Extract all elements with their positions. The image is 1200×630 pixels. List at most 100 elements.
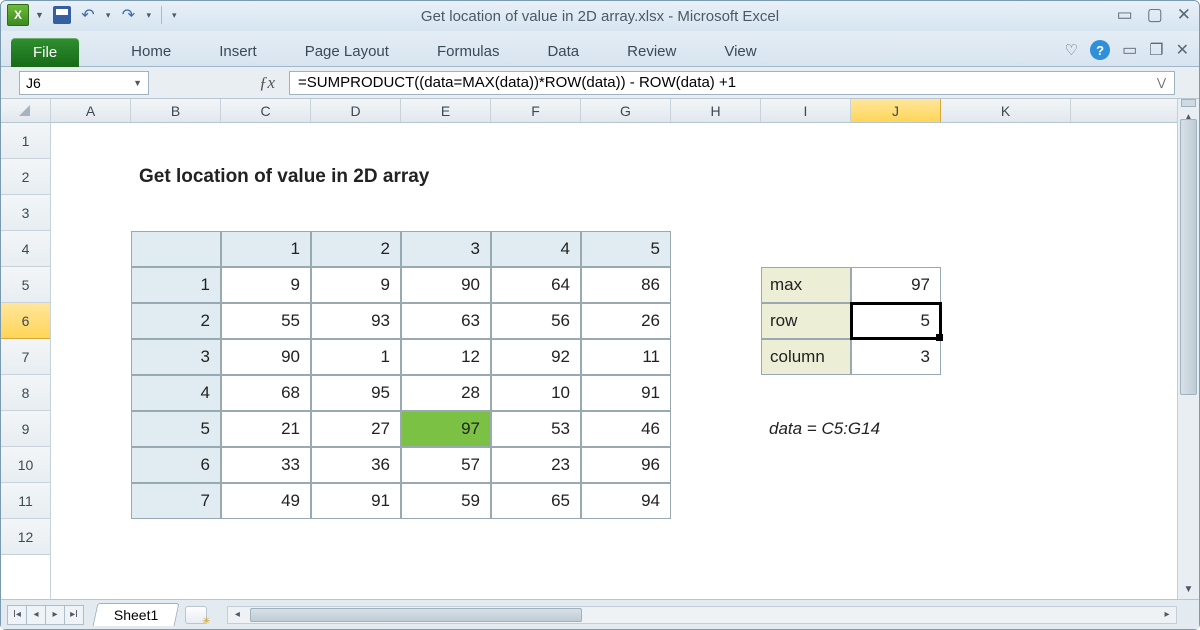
- table-row-header-6[interactable]: 6: [131, 447, 221, 483]
- name-box[interactable]: J6 ▼: [19, 71, 149, 95]
- summary-label-row[interactable]: row: [761, 303, 851, 339]
- column-header-F[interactable]: F: [491, 99, 581, 122]
- column-header-A[interactable]: A: [51, 99, 131, 122]
- excel-app-icon[interactable]: X: [7, 4, 29, 26]
- table-row-header-5[interactable]: 5: [131, 411, 221, 447]
- column-header-J[interactable]: J: [851, 99, 941, 122]
- new-sheet-button[interactable]: [185, 606, 207, 624]
- data-cell-r3-c1[interactable]: 90: [221, 339, 311, 375]
- summary-value-max[interactable]: 97: [851, 267, 941, 303]
- data-cell-r7-c1[interactable]: 49: [221, 483, 311, 519]
- table-col-header-2[interactable]: 2: [311, 231, 401, 267]
- minimize-button[interactable]: ▭: [1117, 5, 1133, 25]
- workbook-minimize-icon[interactable]: ▭: [1122, 40, 1137, 60]
- tab-data[interactable]: Data: [531, 37, 595, 66]
- column-header-G[interactable]: G: [581, 99, 671, 122]
- data-cell-r5-c2[interactable]: 27: [311, 411, 401, 447]
- ribbon-minimize-icon[interactable]: ♡: [1065, 41, 1078, 59]
- summary-label-column[interactable]: column: [761, 339, 851, 375]
- tab-page-layout[interactable]: Page Layout: [289, 37, 405, 66]
- horizontal-scrollbar[interactable]: ◂ ▸: [227, 606, 1177, 624]
- table-col-header-5[interactable]: 5: [581, 231, 671, 267]
- summary-value-column[interactable]: 3: [851, 339, 941, 375]
- summary-value-row[interactable]: 5: [851, 303, 941, 339]
- file-tab[interactable]: File: [11, 38, 79, 67]
- table-row-header-2[interactable]: 2: [131, 303, 221, 339]
- table-row-header-3[interactable]: 3: [131, 339, 221, 375]
- undo-button[interactable]: ↶: [76, 4, 100, 26]
- vertical-scrollbar[interactable]: ▲ ▼: [1177, 99, 1199, 599]
- row-header-10[interactable]: 10: [1, 447, 50, 483]
- vscroll-track[interactable]: [1180, 119, 1197, 579]
- sheet-nav-first-icon[interactable]: I◂: [7, 605, 27, 625]
- summary-label-max[interactable]: max: [761, 267, 851, 303]
- workbook-close-icon[interactable]: ✕: [1176, 40, 1189, 60]
- data-cell-r6-c2[interactable]: 36: [311, 447, 401, 483]
- row-header-2[interactable]: 2: [1, 159, 50, 195]
- row-header-1[interactable]: 1: [1, 123, 50, 159]
- formula-expand-icon[interactable]: ⋁: [1157, 76, 1166, 89]
- workbook-restore-icon[interactable]: ❐: [1149, 40, 1163, 60]
- undo-dropdown-icon[interactable]: ▾: [102, 10, 115, 21]
- sheet-nav-prev-icon[interactable]: ◂: [26, 605, 46, 625]
- tab-home[interactable]: Home: [115, 37, 187, 66]
- close-button[interactable]: ✕: [1177, 5, 1191, 25]
- row-header-7[interactable]: 7: [1, 339, 50, 375]
- column-header-I[interactable]: I: [761, 99, 851, 122]
- sheet-nav-next-icon[interactable]: ▸: [45, 605, 65, 625]
- column-header-C[interactable]: C: [221, 99, 311, 122]
- data-cell-r7-c3[interactable]: 59: [401, 483, 491, 519]
- data-cell-r1-c1[interactable]: 9: [221, 267, 311, 303]
- data-cell-r5-c5[interactable]: 46: [581, 411, 671, 447]
- data-cell-r4-c3[interactable]: 28: [401, 375, 491, 411]
- column-header-D[interactable]: D: [311, 99, 401, 122]
- row-header-11[interactable]: 11: [1, 483, 50, 519]
- data-cell-r4-c2[interactable]: 95: [311, 375, 401, 411]
- table-col-header-3[interactable]: 3: [401, 231, 491, 267]
- data-cell-r6-c5[interactable]: 96: [581, 447, 671, 483]
- data-cell-r1-c4[interactable]: 64: [491, 267, 581, 303]
- tab-formulas[interactable]: Formulas: [421, 37, 516, 66]
- tab-review[interactable]: Review: [611, 37, 692, 66]
- data-cell-r4-c5[interactable]: 91: [581, 375, 671, 411]
- scroll-right-icon[interactable]: ▸: [1158, 609, 1176, 620]
- data-cell-r6-c3[interactable]: 57: [401, 447, 491, 483]
- row-header-3[interactable]: 3: [1, 195, 50, 231]
- data-cell-r5-c1[interactable]: 21: [221, 411, 311, 447]
- data-cell-r3-c2[interactable]: 1: [311, 339, 401, 375]
- column-header-E[interactable]: E: [401, 99, 491, 122]
- sheet-tab-active[interactable]: Sheet1: [93, 603, 180, 626]
- table-corner[interactable]: [131, 231, 221, 267]
- column-header-H[interactable]: H: [671, 99, 761, 122]
- row-header-5[interactable]: 5: [1, 267, 50, 303]
- table-row-header-4[interactable]: 4: [131, 375, 221, 411]
- row-header-8[interactable]: 8: [1, 375, 50, 411]
- row-header-4[interactable]: 4: [1, 231, 50, 267]
- data-cell-r1-c5[interactable]: 86: [581, 267, 671, 303]
- row-header-9[interactable]: 9: [1, 411, 50, 447]
- data-cell-r7-c4[interactable]: 65: [491, 483, 581, 519]
- data-cell-r5-c3[interactable]: 97: [401, 411, 491, 447]
- name-box-dropdown-icon[interactable]: ▼: [133, 78, 142, 88]
- data-cell-r4-c1[interactable]: 68: [221, 375, 311, 411]
- select-all-corner[interactable]: [1, 99, 50, 123]
- data-cell-r5-c4[interactable]: 53: [491, 411, 581, 447]
- table-col-header-1[interactable]: 1: [221, 231, 311, 267]
- table-row-header-7[interactable]: 7: [131, 483, 221, 519]
- data-cell-r7-c5[interactable]: 94: [581, 483, 671, 519]
- data-cell-r2-c2[interactable]: 93: [311, 303, 401, 339]
- fx-icon[interactable]: ƒx: [259, 73, 275, 93]
- tab-insert[interactable]: Insert: [203, 37, 273, 66]
- row-header-12[interactable]: 12: [1, 519, 50, 555]
- data-cell-r1-c2[interactable]: 9: [311, 267, 401, 303]
- data-cell-r2-c1[interactable]: 55: [221, 303, 311, 339]
- scroll-left-icon[interactable]: ◂: [228, 609, 246, 620]
- sheet-nav-last-icon[interactable]: ▸I: [64, 605, 84, 625]
- data-cell-r2-c3[interactable]: 63: [401, 303, 491, 339]
- data-cell-r3-c5[interactable]: 11: [581, 339, 671, 375]
- data-cell-r3-c3[interactable]: 12: [401, 339, 491, 375]
- column-header-K[interactable]: K: [941, 99, 1071, 122]
- redo-dropdown-icon[interactable]: ▾: [142, 10, 155, 21]
- row-header-6[interactable]: 6: [1, 303, 50, 339]
- data-cell-r2-c5[interactable]: 26: [581, 303, 671, 339]
